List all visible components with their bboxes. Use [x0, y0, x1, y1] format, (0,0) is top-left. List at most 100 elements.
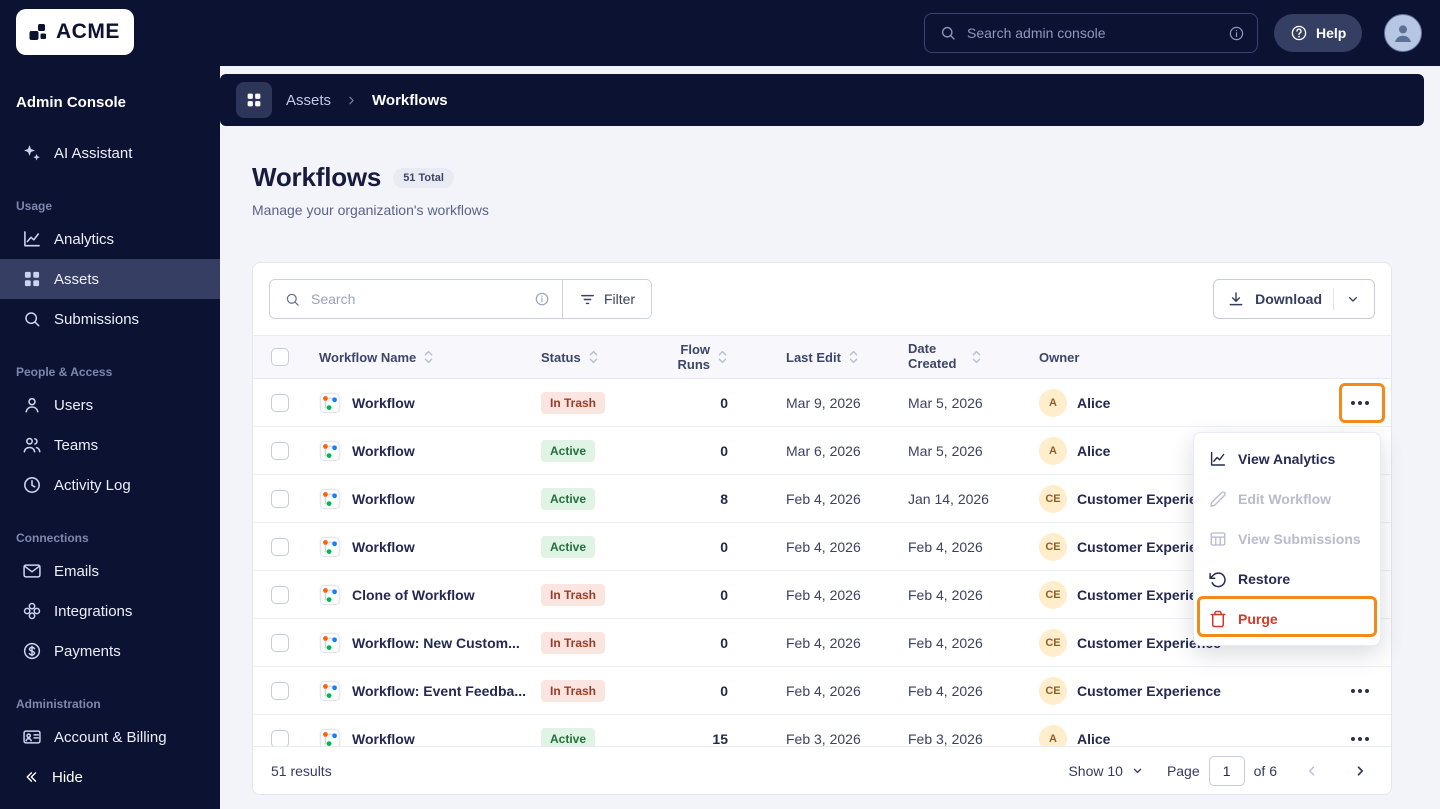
help-button[interactable]: Help	[1274, 14, 1363, 52]
previous-page-button	[1299, 758, 1325, 784]
rows-per-page-label: Show 10	[1068, 762, 1123, 779]
clock-icon	[22, 475, 42, 495]
sidebar-item-account-billing[interactable]: Account & Billing	[0, 717, 220, 757]
sort-icon[interactable]	[971, 349, 982, 365]
menu-item-restore[interactable]: Restore	[1194, 559, 1380, 599]
column-label: Workflow Name	[319, 349, 417, 365]
menu-item-view-submissions: View Submissions	[1194, 519, 1380, 559]
last-edit-value: Mar 9, 2026	[786, 394, 861, 411]
row-checkbox[interactable]	[271, 393, 289, 412]
page-title: Workflows	[252, 162, 382, 192]
status-badge: Active	[541, 487, 596, 510]
workflow-name[interactable]: Workflow	[352, 491, 415, 507]
sidebar-hide-button[interactable]: Hide	[0, 757, 220, 797]
workflow-name[interactable]: Workflow	[352, 539, 415, 555]
row-checkbox[interactable]	[271, 633, 289, 652]
menu-item-purge[interactable]: Purge	[1194, 599, 1380, 639]
breadcrumb-assets-link[interactable]: Assets	[286, 92, 331, 109]
help-label: Help	[1316, 25, 1347, 41]
sidebar-item-assets[interactable]: Assets	[0, 259, 220, 299]
caret-down-icon[interactable]	[1345, 291, 1361, 307]
breadcrumb-assets-tile[interactable]	[236, 82, 272, 118]
acme-logo[interactable]: ACME	[16, 9, 134, 55]
owner-name: Alice	[1077, 394, 1111, 411]
integrations-icon	[22, 601, 42, 621]
sidebar-item-label: Users	[54, 396, 94, 414]
sidebar-item-submissions[interactable]: Submissions	[0, 299, 220, 339]
sidebar-item-payments[interactable]: Payments	[0, 631, 220, 671]
sort-icon[interactable]	[588, 349, 599, 365]
row-checkbox[interactable]	[271, 537, 289, 556]
sidebar-item-activity-log[interactable]: Activity Log	[0, 465, 220, 505]
column-header-flow-runs[interactable]: Flow Runs	[651, 342, 746, 372]
owner-avatar: CE	[1039, 676, 1067, 705]
workflow-icon	[319, 680, 341, 702]
column-header-status[interactable]: Status	[541, 349, 651, 365]
user-avatar[interactable]	[1384, 14, 1422, 52]
row-checkbox[interactable]	[271, 585, 289, 604]
info-icon[interactable]	[1228, 25, 1245, 42]
column-header-date-created[interactable]: Date Created	[891, 341, 1026, 372]
sidebar-item-label: Teams	[54, 436, 99, 454]
table-search-input[interactable]	[311, 291, 524, 307]
status-badge: In Trash	[541, 583, 606, 606]
pagination: Page of 6	[1166, 755, 1277, 786]
rows-per-page-select[interactable]: Show 10	[1068, 763, 1144, 779]
filter-button[interactable]: Filter	[563, 280, 651, 318]
sidebar-item-teams[interactable]: Teams	[0, 425, 220, 465]
workflow-name[interactable]: Clone of Workflow	[352, 587, 475, 603]
row-checkbox[interactable]	[271, 489, 289, 508]
date-created-value: Feb 4, 2026	[908, 538, 983, 555]
row-checkbox[interactable]	[271, 681, 289, 700]
workflow-name[interactable]: Workflow	[352, 443, 415, 459]
section-label-people-access: People & Access	[16, 365, 113, 379]
sidebar-item-label: Payments	[54, 642, 121, 660]
owner-name: Alice	[1077, 442, 1111, 459]
search-icon	[939, 24, 957, 42]
sort-icon[interactable]	[423, 349, 434, 365]
last-edit-value: Feb 4, 2026	[786, 538, 861, 555]
menu-item-view-analytics[interactable]: View Analytics	[1194, 439, 1380, 479]
page-label: Page	[1166, 762, 1200, 779]
column-label: Owner	[1039, 349, 1080, 365]
table-row: Workflow In Trash 0 Mar 9, 2026 Mar 5, 2…	[253, 379, 1391, 427]
question-icon	[1290, 24, 1308, 42]
info-icon[interactable]	[534, 291, 550, 307]
sidebar-item-analytics[interactable]: Analytics	[0, 219, 220, 259]
row-actions-button[interactable]	[1342, 388, 1378, 418]
column-header-workflow-name[interactable]: Workflow Name	[309, 349, 541, 365]
next-page-button[interactable]	[1347, 758, 1373, 784]
download-icon	[1227, 290, 1245, 308]
sidebar-item-ai-assistant[interactable]: AI Assistant	[0, 133, 220, 173]
workflow-name[interactable]: Workflow	[352, 731, 415, 747]
sidebar-title: Admin Console	[16, 94, 127, 111]
sort-icon[interactable]	[717, 349, 728, 365]
search-icon	[284, 291, 301, 308]
page-number-input[interactable]	[1208, 755, 1245, 786]
owner-avatar: CE	[1039, 580, 1067, 609]
sidebar-item-emails[interactable]: Emails	[0, 551, 220, 591]
sidebar-item-label: Submissions	[54, 310, 140, 328]
sidebar-item-integrations[interactable]: Integrations	[0, 591, 220, 631]
last-edit-value: Feb 4, 2026	[786, 634, 861, 651]
table-search	[270, 280, 562, 318]
page-of-label: of 6	[1253, 762, 1277, 779]
sidebar-item-users[interactable]: Users	[0, 385, 220, 425]
admin-search-input[interactable]	[967, 25, 1218, 41]
page-header: Workflows 51 Total Manage your organizat…	[252, 162, 489, 218]
workflow-name[interactable]: Workflow: New Custom...	[352, 635, 520, 651]
filter-label: Filter	[603, 291, 636, 307]
row-checkbox[interactable]	[271, 729, 289, 748]
table-icon	[1209, 530, 1227, 548]
workflow-name[interactable]: Workflow: Event Feedba...	[352, 683, 526, 699]
sort-icon[interactable]	[848, 349, 859, 365]
select-all-checkbox[interactable]	[271, 348, 289, 366]
row-checkbox[interactable]	[271, 441, 289, 460]
workflow-name[interactable]: Workflow	[352, 395, 415, 411]
last-edit-value: Feb 4, 2026	[786, 586, 861, 603]
row-actions-button[interactable]	[1342, 676, 1378, 706]
download-button[interactable]: Download	[1213, 279, 1375, 319]
column-header-last-edit[interactable]: Last Edit	[746, 349, 891, 365]
search-filter-group: Filter	[269, 279, 652, 319]
column-header-owner[interactable]: Owner	[1026, 350, 1329, 365]
